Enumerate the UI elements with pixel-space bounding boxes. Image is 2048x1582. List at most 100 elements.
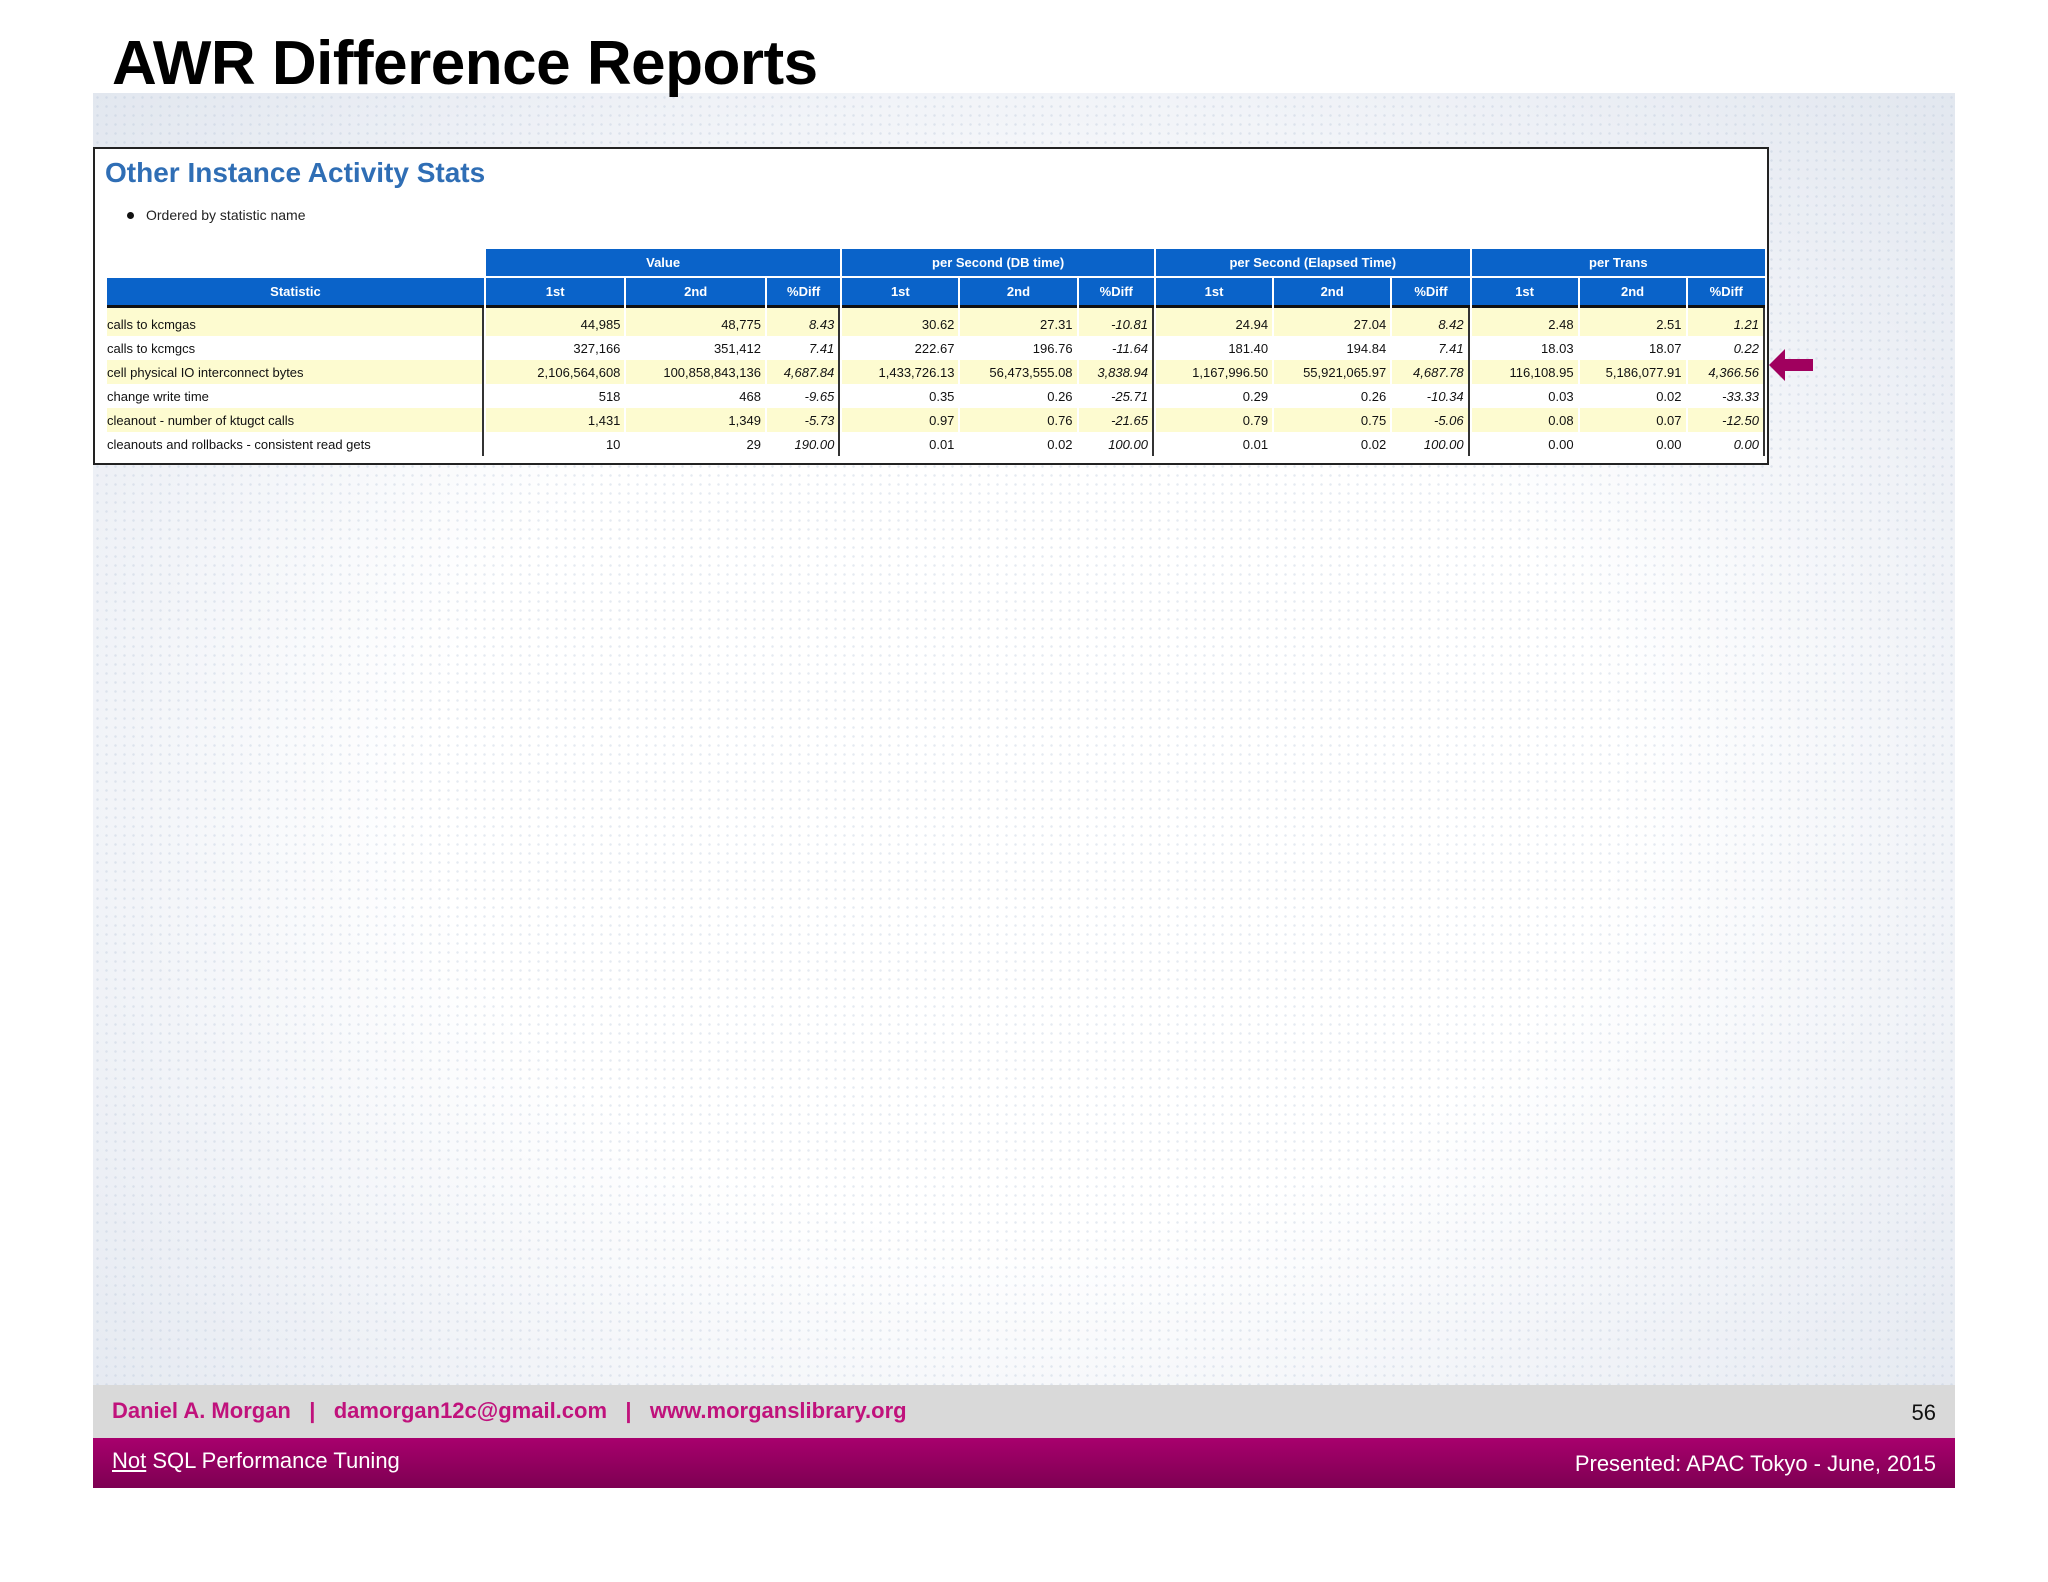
bullet-icon (127, 211, 134, 219)
table-cell: 2,106,564,608 (485, 360, 625, 384)
table-cell: 29 (746, 436, 761, 452)
table-cell: 48,775 (626, 308, 765, 336)
table-row-highlighted: cell physical IO interconnect bytes 2,10… (107, 360, 1765, 384)
table-cell: 4,687.78 (1392, 360, 1470, 384)
table-cell: 0.01 (929, 436, 955, 452)
table-cell: -5.73 (766, 408, 841, 432)
table-cell: 194.84 (1346, 340, 1387, 356)
report-note-text: Ordered by statistic name (146, 207, 306, 223)
table-cell: 7.41 (767, 336, 841, 360)
table-cell: 196.76 (1032, 340, 1073, 356)
report-note: Ordered by statistic name (127, 207, 306, 223)
table-cell: 0.35 (929, 388, 955, 404)
table-cell: 0.26 (1360, 388, 1387, 404)
column-header: 1st (842, 278, 959, 308)
table-cell: 7.41 (1392, 336, 1470, 360)
group-header-per-second-db-time: per Second (DB time) (842, 249, 1154, 278)
table-cell: 116,108.95 (1471, 360, 1578, 384)
table-cell: -21.65 (1078, 408, 1154, 432)
column-header: 1st (485, 278, 625, 308)
table-cell: 222.67 (914, 340, 955, 356)
course-title-prefix: Not (112, 1448, 147, 1473)
author-name: Daniel A. Morgan (112, 1398, 291, 1423)
table-row: change write time 518 468 -9.65 0.35 0.2… (107, 384, 1765, 408)
table-cell: 190.00 (767, 432, 841, 456)
column-header: %Diff (1392, 278, 1470, 308)
table-cell: 0.00 (1656, 436, 1682, 452)
table-cell: -10.34 (1392, 384, 1470, 408)
statistic-name: calls to kcmgas (107, 308, 484, 336)
table-cell: 1,431 (485, 408, 625, 432)
footer-separator: | (625, 1398, 632, 1423)
table-cell: 0.07 (1579, 408, 1686, 432)
table-cell: 0.02 (1047, 436, 1073, 452)
table-cell: 1.21 (1687, 308, 1765, 336)
table-cell: 4,366.56 (1687, 360, 1765, 384)
group-header-per-trans: per Trans (1471, 249, 1765, 278)
table-cell: 5,186,077.91 (1579, 360, 1686, 384)
column-header: 2nd (626, 278, 765, 308)
group-header-per-second-elapsed: per Second (Elapsed Time) (1155, 249, 1470, 278)
course-title-rest: SQL Performance Tuning (146, 1448, 400, 1473)
column-header: 1st (1471, 278, 1578, 308)
table-cell: 0.76 (960, 408, 1077, 432)
column-header: %Diff (1687, 278, 1765, 308)
table-cell: 100.00 (1392, 432, 1470, 456)
table-cell: -9.65 (767, 384, 841, 408)
table-cell: 0.22 (1688, 336, 1765, 360)
table-cell: 100,858,843,136 (626, 360, 765, 384)
table-cell: 18.07 (1648, 340, 1682, 356)
table-cell: 44,985 (485, 308, 625, 336)
report-title: Other Instance Activity Stats (105, 157, 486, 188)
table-cell: 518 (598, 388, 621, 404)
table-cell: 18.03 (1541, 340, 1574, 356)
column-header-row: Statistic 1st 2nd %Diff 1st 2nd %Diff 1s… (107, 278, 1765, 308)
footer-separator: | (309, 1398, 316, 1423)
table-cell: 0.79 (1155, 408, 1273, 432)
column-header: %Diff (766, 278, 841, 308)
table-cell: 10 (605, 436, 621, 452)
table-cell: 27.04 (1274, 308, 1391, 336)
column-header: 2nd (960, 278, 1077, 308)
column-header: 1st (1155, 278, 1273, 308)
page-number: 56 (1911, 1400, 1936, 1425)
column-header: 2nd (1579, 278, 1686, 308)
left-arrow-icon (1769, 349, 1813, 381)
table-cell: 0.26 (1047, 388, 1073, 404)
column-header: 2nd (1274, 278, 1391, 308)
table-cell: 8.43 (766, 308, 841, 336)
table-cell: 0.00 (1688, 432, 1765, 456)
table-cell: 0.02 (1360, 436, 1387, 452)
statistic-name: change write time (107, 384, 484, 408)
table-cell: 327,166 (573, 340, 621, 356)
table-cell: 1,349 (626, 408, 765, 432)
table-cell: 2.48 (1471, 308, 1578, 336)
table-cell: -25.71 (1079, 384, 1154, 408)
table-cell: 3,838.94 (1078, 360, 1154, 384)
website-link: www.morganslibrary.org (649, 1398, 907, 1423)
statistic-name: cell physical IO interconnect bytes (107, 360, 484, 384)
course-title: Not SQL Performance Tuning (112, 1448, 400, 1474)
report-panel: Other Instance Activity Stats Ordered by… (93, 147, 1769, 465)
table-cell: 0.01 (1242, 436, 1269, 452)
presented-info: Presented: APAC Tokyo - June, 2015 (1574, 1451, 1936, 1476)
table-cell: 0.97 (842, 408, 959, 432)
slide-title: AWR Difference Reports (112, 29, 818, 98)
statistic-name: cleanouts and rollbacks - consistent rea… (107, 432, 484, 456)
table-cell: -5.06 (1392, 408, 1470, 432)
table-cell: 0.02 (1656, 388, 1682, 404)
table-cell: 30.62 (842, 308, 959, 336)
table-cell: 55,921,065.97 (1274, 360, 1391, 384)
table-cell: 27.31 (960, 308, 1077, 336)
table-cell: 0.08 (1471, 408, 1578, 432)
table-cell: 100.00 (1079, 432, 1154, 456)
statistic-name: cleanout - number of ktugct calls (107, 408, 484, 432)
stats-table: Value per Second (DB time) per Second (E… (105, 249, 1767, 456)
table-cell: 0.29 (1242, 388, 1269, 404)
table-cell: 351,412 (713, 340, 761, 356)
table-cell: -12.50 (1687, 408, 1765, 432)
table-row: cleanout - number of ktugct calls 1,431 … (107, 408, 1765, 432)
table-cell: -10.81 (1078, 308, 1154, 336)
table-cell: 4,687.84 (766, 360, 841, 384)
table-cell: 468 (739, 388, 761, 404)
